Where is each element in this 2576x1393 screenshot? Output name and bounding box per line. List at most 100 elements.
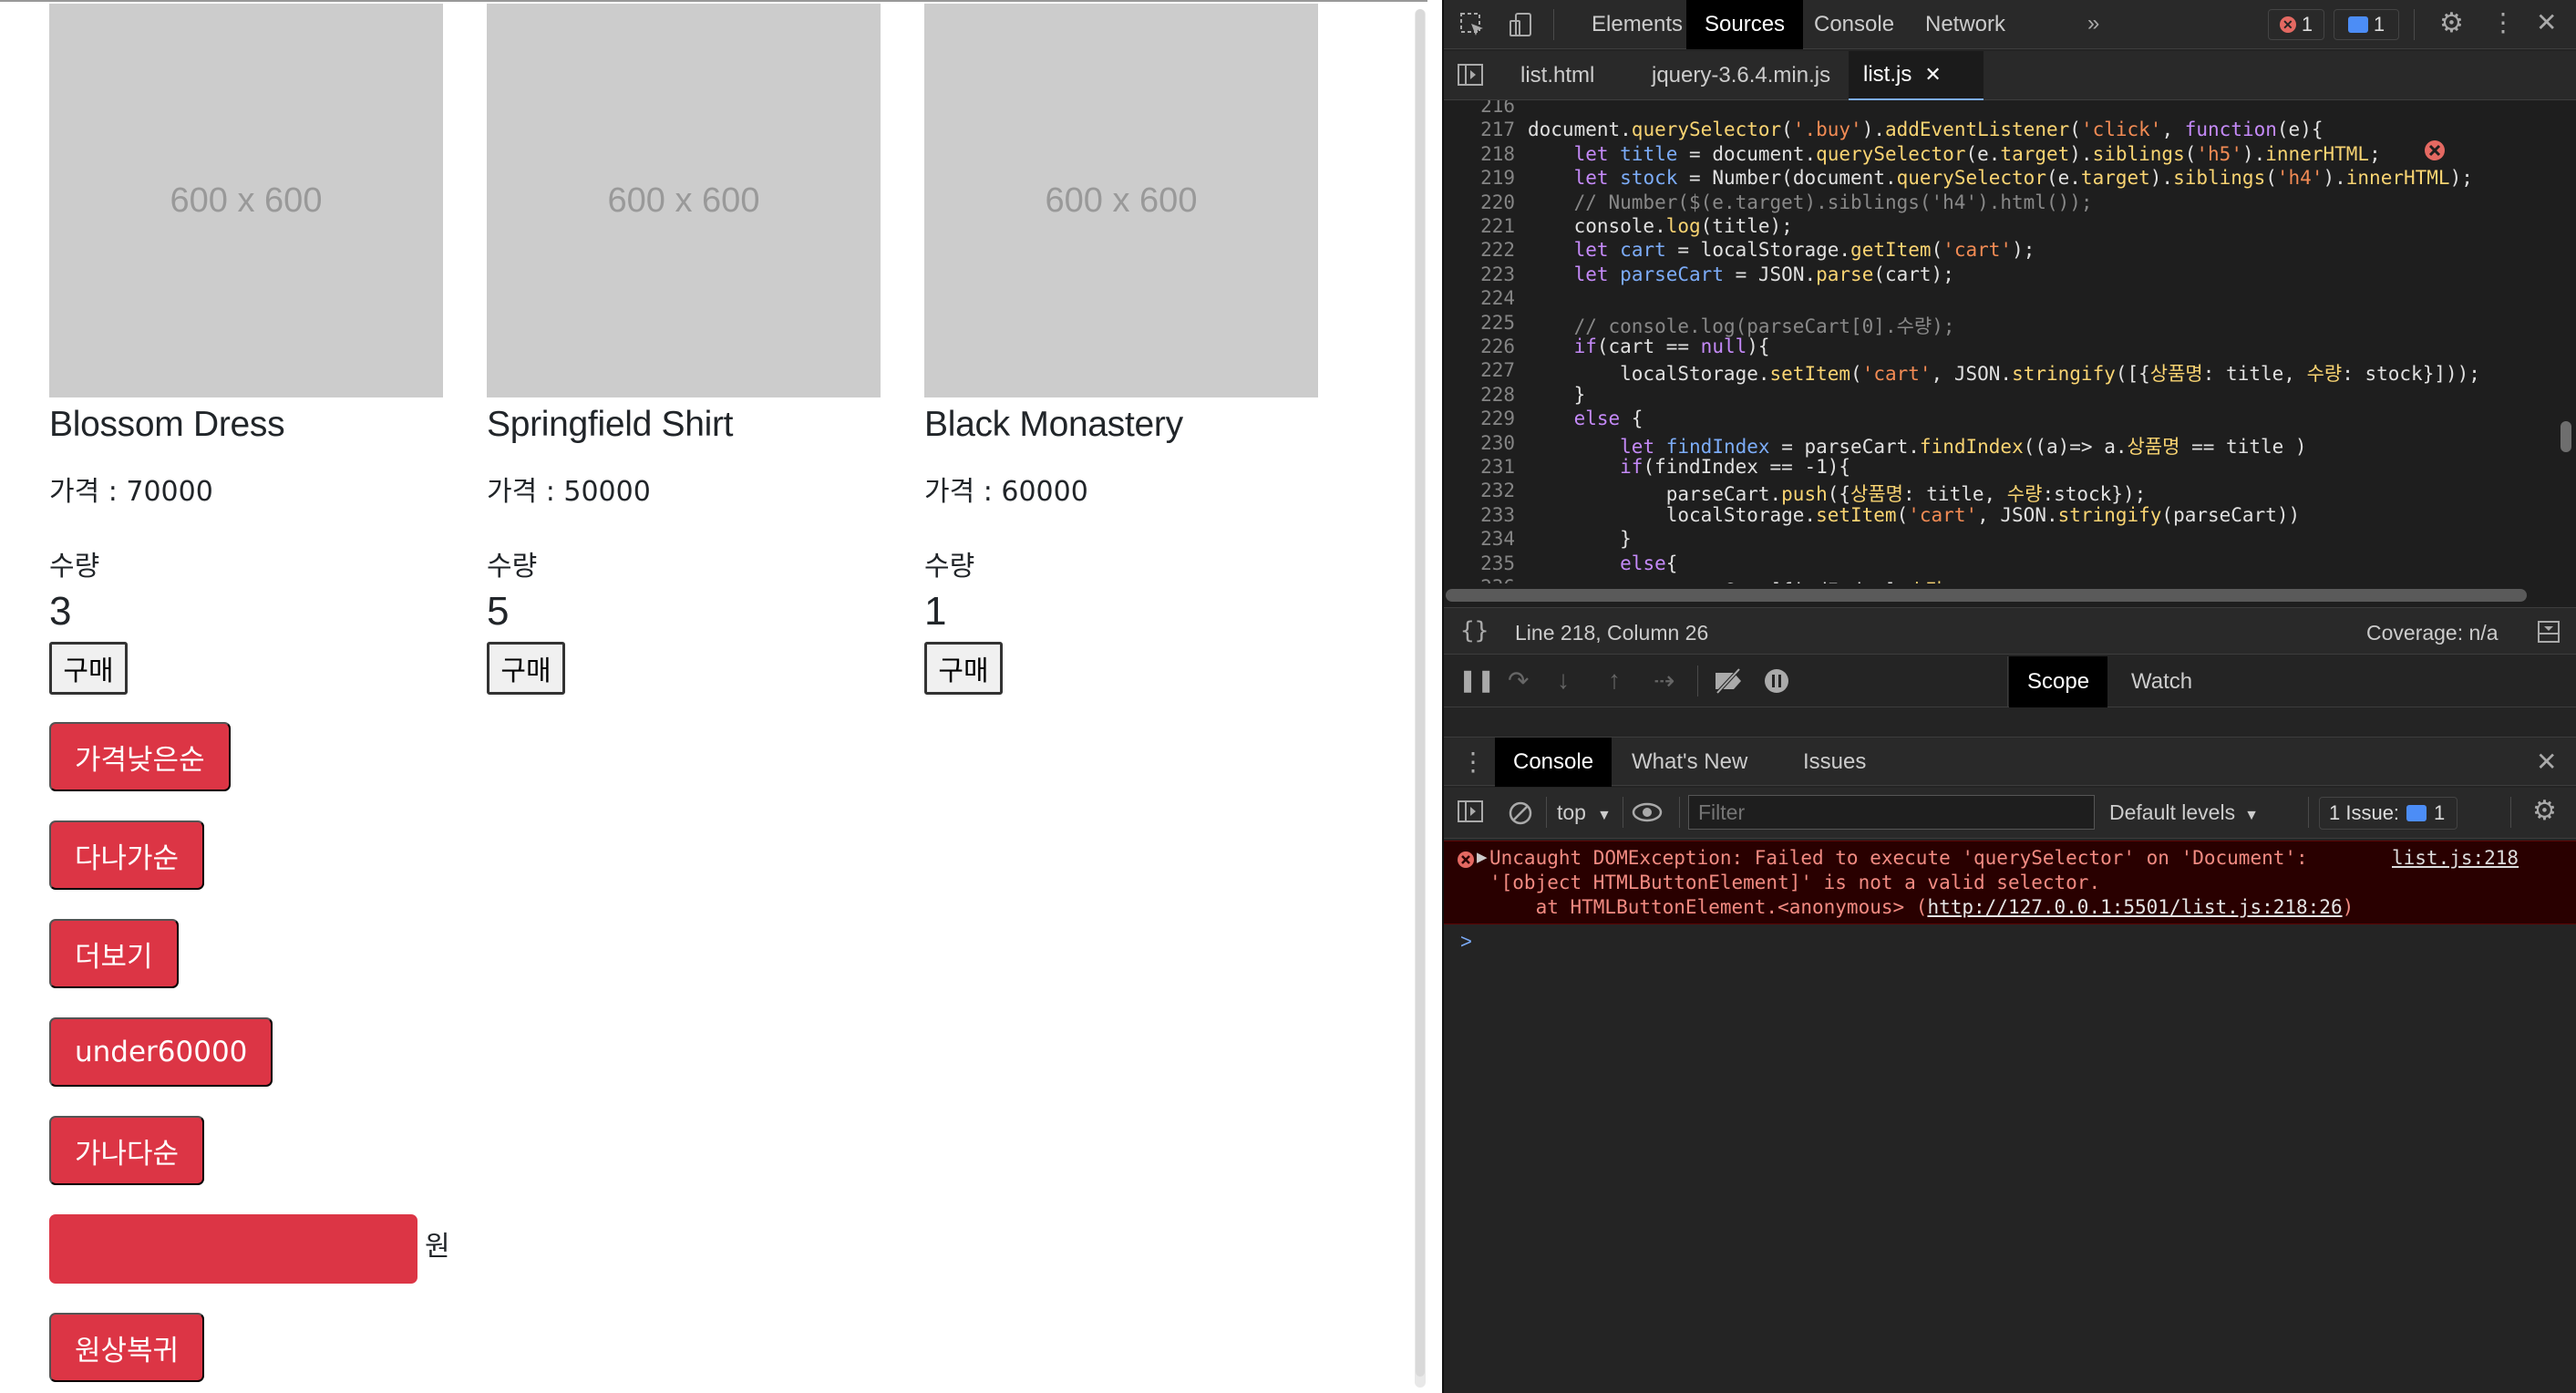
step-icon[interactable]: ⇢ xyxy=(1654,666,1674,696)
tab-sources[interactable]: Sources xyxy=(1686,0,1804,49)
code-vscrollbar[interactable] xyxy=(2554,100,2576,593)
more-button[interactable]: 더보기 xyxy=(49,919,179,988)
line-number[interactable]: 234 xyxy=(1444,528,1515,550)
tab-scope[interactable]: Scope xyxy=(2009,656,2108,707)
line-number[interactable]: 228 xyxy=(1444,384,1515,406)
line-number[interactable]: 224 xyxy=(1444,287,1515,309)
inspect-element-icon[interactable] xyxy=(1458,11,1486,38)
toggle-panel-icon[interactable] xyxy=(2536,619,2561,645)
console-filter-input[interactable] xyxy=(1688,795,2095,830)
live-expression-eye-icon[interactable] xyxy=(1632,800,1663,824)
line-number[interactable]: 229 xyxy=(1444,408,1515,429)
buy-button[interactable]: 구매 xyxy=(487,642,565,695)
context-selector[interactable]: top ▼ xyxy=(1557,800,1612,825)
message-icon xyxy=(2347,16,2368,33)
line-number[interactable]: 222 xyxy=(1444,239,1515,261)
drawer-tab-whats-new[interactable]: What's New xyxy=(1613,738,1766,787)
pause-icon[interactable]: ❚❚ xyxy=(1458,667,1495,694)
console-toolbar: top ▼ Default levels ▼ 1 Issue: 1 ⚙ xyxy=(1444,788,2576,839)
line-number[interactable]: 221 xyxy=(1444,215,1515,237)
sort-dana-button[interactable]: 다나가순 xyxy=(49,820,205,890)
error-marker-icon[interactable] xyxy=(2423,139,2447,162)
filter-under-button[interactable]: under60000 xyxy=(49,1017,273,1087)
product-title: Blossom Dress xyxy=(49,405,285,444)
sort-gana-button[interactable]: 가나다순 xyxy=(49,1116,205,1185)
product-price: 가격 : 70000 xyxy=(49,476,213,508)
issues-counter[interactable]: 1 Issue: 1 xyxy=(2319,797,2458,830)
tab-network[interactable]: Network xyxy=(1907,0,2024,49)
error-counter[interactable]: ✕ 1 xyxy=(2268,9,2324,40)
tab-elements[interactable]: Elements xyxy=(1573,0,1701,49)
console-error-message[interactable]: ▶ Uncaught DOMException: Failed to execu… xyxy=(1444,841,2576,924)
line-number[interactable]: 227 xyxy=(1444,359,1515,381)
line-number[interactable]: 216 xyxy=(1444,100,1515,117)
quantity-label: 수량 xyxy=(924,551,975,583)
line-number[interactable]: 226 xyxy=(1444,335,1515,357)
page-scrollbar[interactable] xyxy=(1415,9,1426,1388)
expand-triangle-icon[interactable]: ▶ xyxy=(1477,849,1488,865)
drawer-tab-issues[interactable]: Issues xyxy=(1785,738,1884,787)
code-editor[interactable]: 216 217 document.querySelector('.buy').add… xyxy=(1444,100,2576,607)
drawer-menu-icon[interactable]: ⋮ xyxy=(1460,747,1486,777)
code-hscroll-thumb[interactable] xyxy=(1446,589,2527,602)
step-into-icon[interactable]: ↓ xyxy=(1557,666,1570,695)
log-levels-dropdown[interactable]: Default levels ▼ xyxy=(2109,800,2259,825)
line-number[interactable]: 217 xyxy=(1444,119,1515,140)
close-drawer-icon[interactable]: ✕ xyxy=(2536,747,2557,777)
step-over-icon[interactable]: ↷ xyxy=(1508,666,1529,696)
clear-console-icon[interactable] xyxy=(1508,800,1533,826)
deactivate-breakpoints-icon[interactable] xyxy=(1712,667,1745,695)
file-tab-list-js[interactable]: list.js ✕ xyxy=(1849,51,1984,100)
line-number[interactable]: 233 xyxy=(1444,504,1515,526)
error-text-line2: '[object HTMLButtonElement]' is not a va… xyxy=(1489,872,2101,893)
close-tab-icon[interactable]: ✕ xyxy=(1924,63,1941,87)
product-quantity: 5 xyxy=(487,589,510,634)
more-tabs-icon[interactable]: » xyxy=(2087,11,2099,36)
message-counter[interactable]: 1 xyxy=(2334,9,2399,40)
code-vscroll-thumb[interactable] xyxy=(2561,421,2571,452)
tab-console[interactable]: Console xyxy=(1796,0,1912,49)
line-number[interactable]: 218 xyxy=(1444,143,1515,165)
tab-watch[interactable]: Watch xyxy=(2122,656,2201,707)
error-stack-line: at HTMLButtonElement.<anonymous> (http:/… xyxy=(1489,896,2354,918)
console-settings-icon[interactable]: ⚙ xyxy=(2532,795,2557,827)
settings-gear-icon[interactable]: ⚙ xyxy=(2439,7,2464,39)
line-number[interactable]: 235 xyxy=(1444,552,1515,574)
file-tab-jquery[interactable]: jquery-3.6.4.min.js xyxy=(1639,51,1843,100)
console-prompt[interactable]: > xyxy=(1460,930,1472,954)
code-line: let stock = Number(document.querySelecto… xyxy=(1573,167,2473,190)
reset-button[interactable]: 원상복귀 xyxy=(49,1313,205,1382)
close-devtools-icon[interactable]: ✕ xyxy=(2536,7,2557,37)
line-number[interactable]: 225 xyxy=(1444,312,1515,334)
file-tab-list-html[interactable]: list.html xyxy=(1508,51,1607,100)
buy-button[interactable]: 구매 xyxy=(924,642,1003,695)
device-toolbar-icon[interactable] xyxy=(1508,11,1535,38)
pretty-print-icon[interactable]: {} xyxy=(1460,617,1489,645)
error-url-link[interactable]: http://127.0.0.1:5501/list.js:218:26 xyxy=(1927,896,2342,918)
product-image-placeholder: 600 x 600 xyxy=(924,4,1318,397)
step-out-icon[interactable]: ↑ xyxy=(1608,666,1621,695)
code-line: let parseCart = JSON.parse(cart); xyxy=(1573,263,1954,285)
sort-price-low-button[interactable]: 가격낮은순 xyxy=(49,722,231,791)
line-number[interactable]: 230 xyxy=(1444,432,1515,454)
price-input[interactable] xyxy=(49,1214,417,1284)
scrollbar-thumb[interactable] xyxy=(1416,9,1425,1377)
pause-on-exceptions-icon[interactable] xyxy=(1763,667,1790,695)
line-number[interactable]: 219 xyxy=(1444,167,1515,189)
console-sidebar-icon[interactable] xyxy=(1457,799,1486,826)
won-suffix: 원 xyxy=(425,1231,450,1263)
quantity-label: 수량 xyxy=(487,551,538,583)
code-hscrollbar[interactable] xyxy=(1444,583,2576,607)
line-number[interactable]: 231 xyxy=(1444,456,1515,478)
context-label: top xyxy=(1557,800,1586,824)
error-source-link[interactable]: list.js:218 xyxy=(2392,847,2519,869)
line-number[interactable]: 232 xyxy=(1444,480,1515,501)
devtools-toolbar: Elements Sources Console Network » ✕ 1 1… xyxy=(1444,0,2576,49)
line-number[interactable]: 220 xyxy=(1444,191,1515,213)
toggle-navigator-icon[interactable] xyxy=(1457,62,1486,89)
buy-button[interactable]: 구매 xyxy=(49,642,128,695)
product-card: 600 x 600 Blossom Dress 가격 : 70000 수량 3 … xyxy=(49,4,443,695)
drawer-tab-console[interactable]: Console xyxy=(1495,738,1613,787)
line-number[interactable]: 223 xyxy=(1444,263,1515,285)
kebab-menu-icon[interactable]: ⋮ xyxy=(2490,7,2516,37)
